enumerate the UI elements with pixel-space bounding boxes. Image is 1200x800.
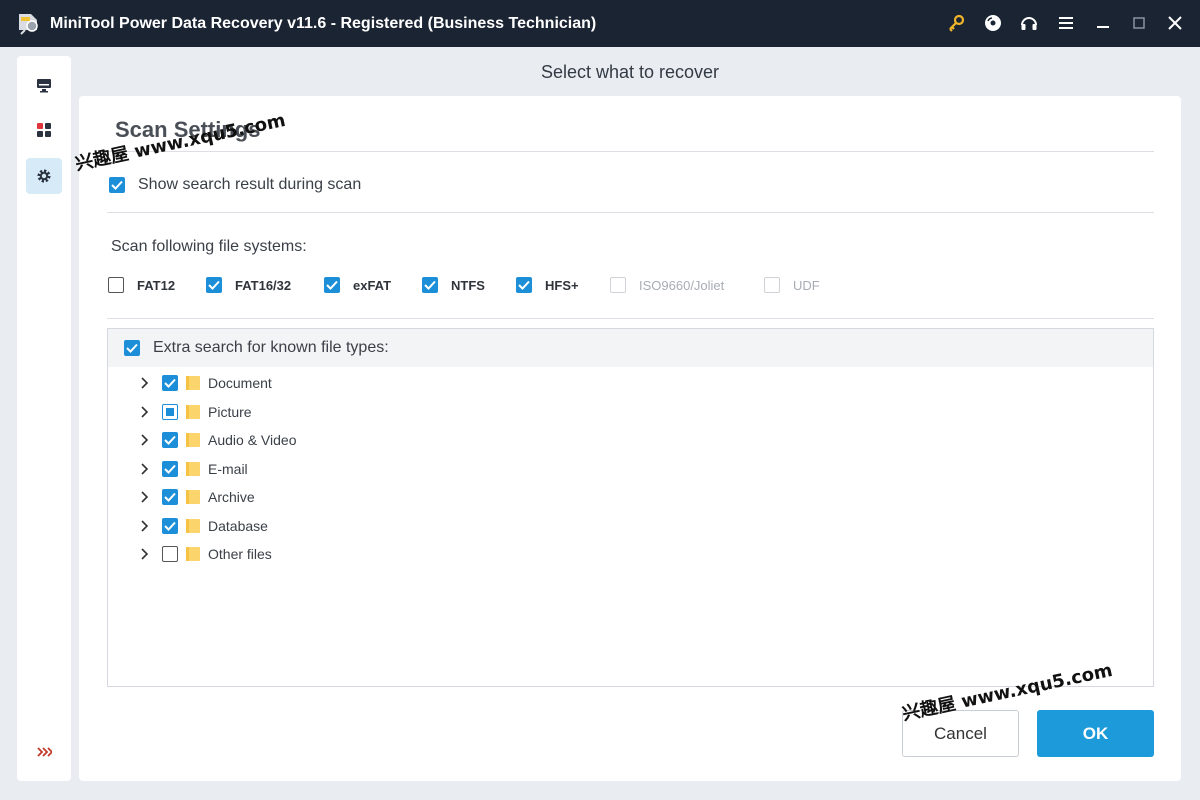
file-type-checkbox[interactable] bbox=[162, 546, 178, 562]
ok-button[interactable]: OK bbox=[1037, 710, 1154, 757]
chevron-right-icon[interactable] bbox=[138, 547, 152, 561]
show-result-label: Show search result during scan bbox=[138, 176, 362, 193]
computer-icon bbox=[37, 79, 51, 93]
sidebar bbox=[17, 56, 71, 781]
fs-option-exfat: exFAT bbox=[324, 277, 391, 293]
fs-label: HFS+ bbox=[545, 277, 579, 293]
fs-checkbox-ntfs[interactable] bbox=[422, 277, 438, 293]
file-type-checkbox[interactable] bbox=[162, 404, 178, 420]
sidebar-item-apps[interactable] bbox=[26, 112, 62, 148]
fs-checkbox-hfs[interactable] bbox=[516, 277, 532, 293]
show-result-option: Show search result during scan bbox=[109, 176, 361, 194]
fs-label: FAT16/32 bbox=[235, 277, 292, 293]
fs-option-udf: UDF bbox=[764, 277, 820, 293]
fs-option-hfs: HFS+ bbox=[516, 277, 579, 293]
file-type-checkbox[interactable] bbox=[162, 432, 178, 448]
fs-checkbox-fat16-32[interactable] bbox=[206, 277, 222, 293]
fs-checkbox-udf bbox=[764, 277, 780, 293]
fs-checkbox-fat12[interactable] bbox=[108, 277, 124, 293]
menu-icon[interactable] bbox=[1055, 11, 1079, 35]
fs-label: exFAT bbox=[353, 277, 392, 293]
file-type-checkbox[interactable] bbox=[162, 489, 178, 505]
tree-row-archive: Archive bbox=[138, 483, 255, 511]
window-title: MiniTool Power Data Recovery v11.6 - Reg… bbox=[50, 15, 597, 32]
page-title: Select what to recover bbox=[540, 62, 720, 82]
fs-option-iso9660: ISO9660/Joliet bbox=[610, 277, 724, 293]
chevron-right-icon[interactable] bbox=[138, 462, 152, 476]
file-type-checkbox[interactable] bbox=[162, 461, 178, 477]
close-icon[interactable] bbox=[1163, 11, 1187, 35]
chevron-right-icon[interactable] bbox=[138, 433, 152, 447]
extra-search-header: Extra search for known file types: bbox=[108, 329, 1153, 367]
file-type-label: Document bbox=[208, 375, 272, 391]
fs-label: FAT12 bbox=[137, 277, 176, 293]
file-types-box: Extra search for known file types: Docum… bbox=[107, 328, 1154, 687]
file-type-label: Audio & Video bbox=[208, 432, 297, 448]
file-type-label: Other files bbox=[208, 546, 272, 562]
chevron-right-icon[interactable] bbox=[138, 376, 152, 390]
maximize-icon[interactable] bbox=[1127, 11, 1151, 35]
fs-label: UDF bbox=[793, 277, 820, 293]
key-icon[interactable] bbox=[944, 11, 968, 35]
file-systems-heading: Scan following file systems: bbox=[111, 238, 307, 255]
tree-row-other-files: Other files bbox=[138, 540, 272, 568]
folder-icon bbox=[186, 376, 200, 390]
extra-search-checkbox[interactable] bbox=[124, 340, 140, 356]
minimize-icon[interactable] bbox=[1091, 11, 1115, 35]
divider bbox=[107, 318, 1154, 319]
folder-icon bbox=[186, 519, 200, 533]
tree-row-audio-video: Audio & Video bbox=[138, 426, 296, 454]
fs-option-fat12: FAT12 bbox=[108, 277, 175, 293]
extra-search-label: Extra search for known file types: bbox=[153, 339, 389, 356]
file-type-label: Picture bbox=[208, 404, 252, 420]
file-type-checkbox[interactable] bbox=[162, 518, 178, 534]
tree-row-database: Database bbox=[138, 512, 268, 540]
sidebar-expand-button[interactable] bbox=[26, 734, 62, 770]
fs-checkbox-exfat[interactable] bbox=[324, 277, 340, 293]
fs-option-fat16-32: FAT16/32 bbox=[206, 277, 291, 293]
show-result-checkbox[interactable] bbox=[109, 177, 125, 193]
folder-icon bbox=[186, 433, 200, 447]
app-logo-icon bbox=[19, 14, 38, 35]
expand-arrows-icon bbox=[37, 747, 52, 757]
folder-icon bbox=[186, 462, 200, 476]
folder-icon bbox=[186, 490, 200, 504]
file-type-checkbox[interactable] bbox=[162, 375, 178, 391]
tree-row-document: Document bbox=[138, 369, 272, 397]
fs-option-ntfs: NTFS bbox=[422, 277, 485, 293]
divider bbox=[107, 212, 1154, 213]
chevron-right-icon[interactable] bbox=[138, 519, 152, 533]
fs-label: ISO9660/Joliet bbox=[639, 277, 725, 293]
file-type-label: E-mail bbox=[208, 461, 248, 477]
chevron-right-icon[interactable] bbox=[138, 490, 152, 504]
sidebar-item-settings[interactable] bbox=[26, 158, 62, 194]
tree-row-picture: Picture bbox=[138, 398, 252, 426]
file-type-label: Database bbox=[208, 518, 268, 534]
disc-icon[interactable] bbox=[981, 11, 1005, 35]
grid-icon bbox=[37, 123, 51, 137]
folder-icon bbox=[186, 547, 200, 561]
file-type-label: Archive bbox=[208, 489, 255, 505]
divider bbox=[107, 151, 1154, 152]
chevron-right-icon[interactable] bbox=[138, 405, 152, 419]
title-bar: MiniTool Power Data Recovery v11.6 - Reg… bbox=[0, 0, 1200, 47]
gear-icon bbox=[37, 169, 51, 183]
tree-row-email: E-mail bbox=[138, 455, 248, 483]
headphones-icon[interactable] bbox=[1017, 11, 1041, 35]
fs-checkbox-iso9660 bbox=[610, 277, 626, 293]
fs-label: NTFS bbox=[451, 277, 485, 293]
sidebar-item-this-pc[interactable] bbox=[26, 67, 62, 103]
folder-icon bbox=[186, 405, 200, 419]
